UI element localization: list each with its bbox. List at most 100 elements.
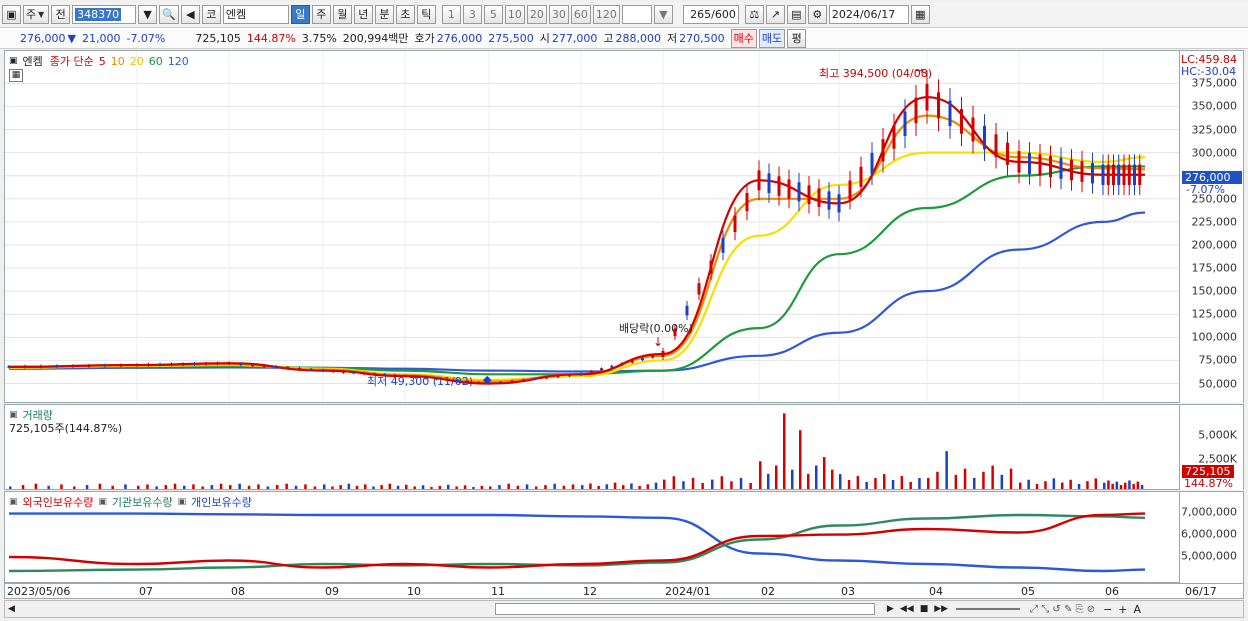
zoom-in-icon[interactable]: +: [1118, 603, 1127, 616]
scroll-thumb[interactable]: [494, 603, 875, 615]
interval-1[interactable]: 1: [441, 4, 461, 24]
open-label: 시: [539, 32, 550, 45]
chart-scrollbar[interactable]: ◀ ▶ ◀◀ ■ ▶▶ ⤢ ⤡ ↺ ✎ ⎘ ⊘ − + A: [4, 600, 1244, 618]
holdings-panel[interactable]: ▣ 외국인보유수량 ▣ 기관보유수량 ▣ 개인보유수량: [4, 491, 1180, 583]
period-tick[interactable]: 틱: [416, 4, 436, 24]
search-icon[interactable]: 🔍: [159, 4, 179, 24]
candle-body: [697, 283, 701, 295]
ma120-line: [8, 211, 1146, 373]
min-annotation: 최저 49,300 (11/02): [367, 375, 474, 388]
stock-name-field[interactable]: 엔켐: [222, 4, 289, 24]
type-select[interactable]: 주 ▼: [23, 4, 50, 24]
ma20-legend: 20: [129, 54, 144, 68]
zoom-tools-icon[interactable]: ⤢ ⤡ ↺ ✎ ⎘ ⊘: [1030, 604, 1095, 615]
period-minute[interactable]: 분: [374, 4, 394, 24]
x-tick: 08: [231, 585, 245, 598]
candle-body: [960, 109, 963, 134]
interval-20[interactable]: 20: [526, 4, 547, 24]
indicator-icon[interactable]: ⚖: [744, 4, 764, 24]
buy-button[interactable]: 매수: [730, 28, 757, 48]
volume-bar: [238, 483, 241, 489]
volume-bar: [874, 478, 877, 489]
market-label[interactable]: 코: [201, 4, 221, 24]
candle-body: [859, 166, 863, 187]
save-icon[interactable]: ▤: [786, 4, 806, 24]
rewind-icon[interactable]: ◀◀: [900, 604, 914, 614]
current-price: 276,000: [20, 31, 66, 45]
holdings-y-axis: 7,000,000 6,000,000 5,000,000: [1180, 491, 1244, 583]
max-arrow-icon: →: [915, 64, 925, 77]
period-week[interactable]: 주: [311, 4, 331, 24]
speaker-icon[interactable]: ◀: [180, 4, 200, 24]
volume-bar: [413, 486, 416, 489]
volume-bar: [525, 484, 529, 489]
stock-code-input[interactable]: 348370: [72, 4, 137, 24]
x-tick: 10: [407, 585, 421, 598]
sell-button[interactable]: 매도: [758, 28, 786, 48]
ma5-line: [8, 96, 1145, 385]
gear-icon[interactable]: ⚙: [807, 4, 827, 24]
interval-60[interactable]: 60: [570, 4, 591, 24]
volume-tick: 5,000K: [1198, 428, 1237, 442]
fast-forward-icon[interactable]: ▶▶: [934, 604, 948, 614]
calendar-icon[interactable]: ▦: [910, 4, 930, 24]
draw-icon[interactable]: ↗: [765, 4, 785, 24]
volume-bar: [447, 484, 450, 489]
code-dropdown-icon[interactable]: ▼: [138, 4, 158, 24]
volume-bar: [60, 484, 63, 489]
price-chart-panel[interactable]: ▣ 엔켐 종가 단순 5 10 20 60 120 ▦ 최고 394,500 (…: [4, 50, 1180, 403]
window-icon[interactable]: ▣: [2, 4, 21, 24]
candle-body: [510, 380, 514, 382]
period-second[interactable]: 초: [395, 4, 415, 24]
volume-bar: [883, 474, 886, 489]
price-y-tick: 375,000: [1191, 76, 1238, 90]
ma120-legend: 120: [167, 54, 189, 68]
candle-body: [1070, 159, 1073, 181]
zoom-slider[interactable]: [956, 608, 1021, 610]
volume-bar: [663, 479, 666, 489]
font-size-icon[interactable]: A: [1134, 603, 1142, 616]
interval-dropdown-icon[interactable]: ▼: [653, 4, 673, 24]
prev-button[interactable]: 전: [51, 4, 71, 24]
interval-3[interactable]: 3: [462, 4, 482, 24]
volume-panel[interactable]: ▣ 거래량 725,105주(144.87%): [4, 404, 1180, 490]
price-chart: [5, 51, 1179, 402]
custom-interval-input[interactable]: [621, 4, 652, 24]
avg-button[interactable]: 평: [787, 28, 807, 48]
candle-body: [1006, 142, 1009, 165]
period-day[interactable]: 일: [290, 4, 310, 24]
candle-body: [892, 125, 896, 149]
scroll-left-icon[interactable]: ◀: [8, 604, 15, 614]
volume-bar: [654, 482, 658, 489]
volume-bar: [1124, 482, 1127, 489]
volume-bar: [1119, 484, 1123, 489]
interval-10[interactable]: 10: [504, 4, 525, 24]
volume-y-axis: 5,000K 2,500K 725,105 144.87%: [1180, 404, 1244, 490]
down-triangle-icon: ▼: [67, 31, 76, 45]
volume-bar: [720, 476, 724, 489]
x-tick: 02: [761, 585, 775, 598]
interval-120[interactable]: 120: [592, 4, 620, 24]
interval-5[interactable]: 5: [483, 4, 503, 24]
zoom-out-icon[interactable]: −: [1103, 603, 1112, 616]
stop-icon[interactable]: ■: [920, 604, 929, 614]
volume-bar: [973, 477, 976, 489]
volume-bar: [111, 485, 114, 489]
date-field[interactable]: 2024/06/17: [828, 4, 909, 24]
table-icon[interactable]: ▦: [9, 69, 23, 82]
volume-bar: [613, 482, 617, 489]
volume-bar: [124, 484, 127, 489]
period-month[interactable]: 월: [332, 4, 352, 24]
candle-body: [1133, 164, 1136, 185]
volume-bar: [918, 478, 921, 489]
volume-bar: [489, 486, 492, 489]
volume-bar: [927, 477, 930, 489]
volume-bar: [739, 477, 743, 489]
candle-body: [937, 92, 940, 119]
count-field[interactable]: 265/600: [682, 4, 739, 24]
period-year[interactable]: 년: [353, 4, 373, 24]
volume-bar: [455, 486, 458, 489]
scroll-right-icon[interactable]: ▶: [887, 604, 894, 614]
volume-bar: [323, 484, 326, 489]
interval-30[interactable]: 30: [548, 4, 569, 24]
